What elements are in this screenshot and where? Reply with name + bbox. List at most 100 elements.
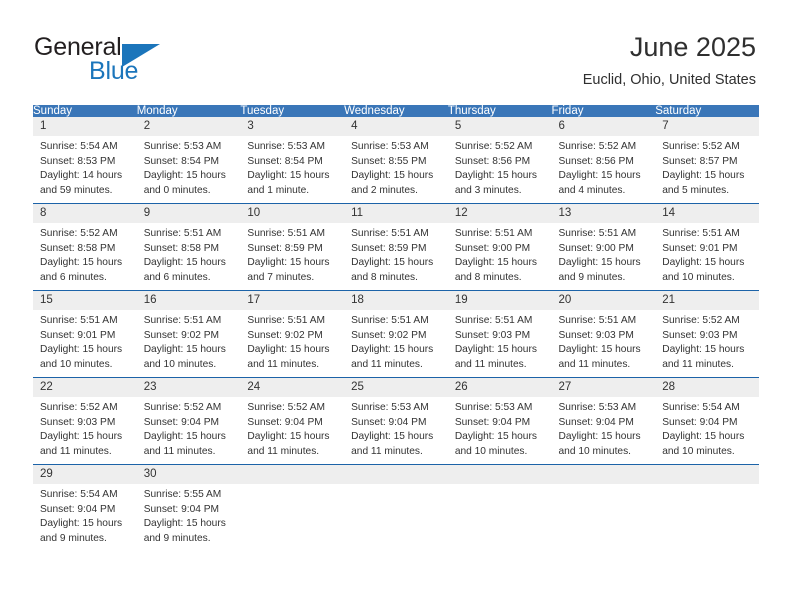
- day-cell[interactable]: 26 Sunrise: 5:53 AM Sunset: 9:04 PM Dayl…: [447, 377, 552, 465]
- day-details: Sunrise: 5:51 AM Sunset: 8:58 PM Dayligh…: [137, 223, 241, 290]
- day-number: [551, 465, 656, 484]
- day-number: 8: [33, 204, 137, 223]
- day-cell[interactable]: 28 Sunrise: 5:54 AM Sunset: 9:04 PM Dayl…: [655, 377, 759, 465]
- day-cell[interactable]: 23 Sunrise: 5:52 AM Sunset: 9:04 PM Dayl…: [136, 377, 241, 465]
- calendar-page: General Blue June 2025 Euclid, Ohio, Uni…: [0, 0, 792, 612]
- day-cell[interactable]: 11 Sunrise: 5:51 AM Sunset: 8:59 PM Dayl…: [344, 203, 448, 291]
- day-details: [448, 484, 552, 551]
- general-blue-logo[interactable]: General Blue: [34, 33, 234, 89]
- day-cell[interactable]: 7 Sunrise: 5:52 AM Sunset: 8:57 PM Dayli…: [655, 117, 759, 204]
- title-block: June 2025 Euclid, Ohio, United States: [583, 30, 756, 91]
- day-cell[interactable]: 18 Sunrise: 5:51 AM Sunset: 9:02 PM Dayl…: [344, 290, 448, 378]
- sunrise-text: Sunrise: 5:53 AM: [454, 402, 533, 413]
- day-details: Sunrise: 5:52 AM Sunset: 8:56 PM Dayligh…: [552, 136, 656, 203]
- daylight-text-line1: Daylight: 15 hours: [40, 431, 123, 443]
- day-cell[interactable]: 1 Sunrise: 5:54 AM Sunset: 8:53 PM Dayli…: [33, 117, 137, 204]
- day-cell-empty: [655, 464, 759, 551]
- day-cell[interactable]: 4 Sunrise: 5:53 AM Sunset: 8:55 PM Dayli…: [344, 117, 448, 204]
- day-details: Sunrise: 5:53 AM Sunset: 9:04 PM Dayligh…: [344, 397, 448, 464]
- day-cell[interactable]: 6 Sunrise: 5:52 AM Sunset: 8:56 PM Dayli…: [551, 117, 656, 204]
- day-cell[interactable]: 22 Sunrise: 5:52 AM Sunset: 9:03 PM Dayl…: [33, 377, 137, 465]
- daylight-text-line1: Daylight: 15 hours: [40, 257, 123, 269]
- page-header: General Blue June 2025 Euclid, Ohio, Uni…: [0, 0, 792, 100]
- day-cell[interactable]: 10 Sunrise: 5:51 AM Sunset: 8:59 PM Dayl…: [240, 203, 345, 291]
- page-title: June 2025: [629, 32, 756, 62]
- day-cell[interactable]: 12 Sunrise: 5:51 AM Sunset: 9:00 PM Dayl…: [447, 203, 552, 291]
- daylight-text-line2: and 10 minutes.: [662, 445, 735, 457]
- day-cell[interactable]: 17 Sunrise: 5:51 AM Sunset: 9:02 PM Dayl…: [240, 290, 345, 378]
- sunset-text: Sunset: 9:02 PM: [351, 329, 427, 341]
- logo-text-blue: Blue: [89, 57, 139, 85]
- week-row: 1 Sunrise: 5:54 AM Sunset: 8:53 PM Dayli…: [33, 117, 759, 204]
- day-cell[interactable]: 25 Sunrise: 5:53 AM Sunset: 9:04 PM Dayl…: [344, 377, 448, 465]
- day-cell[interactable]: 5 Sunrise: 5:52 AM Sunset: 8:56 PM Dayli…: [447, 117, 552, 204]
- sunset-text: Sunset: 9:00 PM: [454, 242, 531, 254]
- day-details: Sunrise: 5:51 AM Sunset: 9:01 PM Dayligh…: [655, 223, 759, 290]
- day-cell[interactable]: 13 Sunrise: 5:51 AM Sunset: 9:00 PM Dayl…: [551, 203, 656, 291]
- sunset-text: Sunset: 8:54 PM: [143, 155, 220, 167]
- day-cell[interactable]: 21 Sunrise: 5:52 AM Sunset: 9:03 PM Dayl…: [655, 290, 759, 378]
- sunrise-text: Sunrise: 5:52 AM: [40, 402, 118, 413]
- day-number: 29: [33, 465, 137, 484]
- daylight-text-line2: and 11 minutes.: [454, 358, 527, 370]
- sunset-text: Sunset: 8:59 PM: [247, 242, 323, 254]
- day-cell[interactable]: 27 Sunrise: 5:53 AM Sunset: 9:04 PM Dayl…: [551, 377, 656, 465]
- day-cell[interactable]: 24 Sunrise: 5:52 AM Sunset: 9:04 PM Dayl…: [240, 377, 345, 465]
- daylight-text-line1: Daylight: 15 hours: [143, 257, 226, 269]
- daylight-text-line2: and 9 minutes.: [143, 532, 211, 544]
- daylight-text-line2: and 7 minutes.: [247, 271, 315, 283]
- day-cell[interactable]: 8 Sunrise: 5:52 AM Sunset: 8:58 PM Dayli…: [33, 203, 137, 291]
- sunset-text: Sunset: 8:58 PM: [40, 242, 116, 254]
- week-row: 22 Sunrise: 5:52 AM Sunset: 9:03 PM Dayl…: [33, 377, 759, 465]
- day-cell[interactable]: 14 Sunrise: 5:51 AM Sunset: 9:01 PM Dayl…: [655, 203, 759, 291]
- day-number: 7: [655, 117, 759, 136]
- day-details: Sunrise: 5:54 AM Sunset: 8:53 PM Dayligh…: [33, 136, 137, 203]
- week-row: 8 Sunrise: 5:52 AM Sunset: 8:58 PM Dayli…: [33, 203, 759, 291]
- daylight-text-line1: Daylight: 15 hours: [351, 431, 434, 443]
- sunset-text: Sunset: 9:00 PM: [558, 242, 634, 254]
- sunrise-text: Sunrise: 5:51 AM: [662, 228, 740, 239]
- sunset-text: Sunset: 9:04 PM: [454, 416, 531, 428]
- weekday-header-friday: Friday: [551, 105, 656, 117]
- day-details: Sunrise: 5:51 AM Sunset: 9:00 PM Dayligh…: [552, 223, 656, 290]
- day-cell[interactable]: 19 Sunrise: 5:51 AM Sunset: 9:03 PM Dayl…: [447, 290, 552, 378]
- sunrise-text: Sunrise: 5:53 AM: [247, 141, 325, 152]
- daylight-text-line1: Daylight: 15 hours: [143, 344, 226, 356]
- day-number: 21: [655, 291, 759, 310]
- daylight-text-line2: and 0 minutes.: [143, 184, 211, 196]
- daylight-text-line2: and 59 minutes.: [40, 184, 113, 196]
- day-cell[interactable]: 30 Sunrise: 5:55 AM Sunset: 9:04 PM Dayl…: [136, 464, 241, 551]
- day-cell-empty: [344, 464, 448, 551]
- day-cell[interactable]: 3 Sunrise: 5:53 AM Sunset: 8:54 PM Dayli…: [240, 117, 345, 204]
- day-details: Sunrise: 5:51 AM Sunset: 9:02 PM Dayligh…: [344, 310, 448, 377]
- day-cell[interactable]: 2 Sunrise: 5:53 AM Sunset: 8:54 PM Dayli…: [136, 117, 241, 204]
- daylight-text-line2: and 11 minutes.: [247, 358, 320, 370]
- day-cell[interactable]: 16 Sunrise: 5:51 AM Sunset: 9:02 PM Dayl…: [136, 290, 241, 378]
- day-cell[interactable]: 9 Sunrise: 5:51 AM Sunset: 8:58 PM Dayli…: [136, 203, 241, 291]
- day-cell[interactable]: 29 Sunrise: 5:54 AM Sunset: 9:04 PM Dayl…: [33, 464, 137, 551]
- daylight-text-line2: and 5 minutes.: [662, 184, 730, 196]
- sunset-text: Sunset: 9:02 PM: [143, 329, 220, 341]
- daylight-text-line1: Daylight: 15 hours: [40, 518, 123, 530]
- sunset-text: Sunset: 8:55 PM: [351, 155, 427, 167]
- sunset-text: Sunset: 8:53 PM: [40, 155, 116, 167]
- sunrise-text: Sunrise: 5:54 AM: [662, 402, 740, 413]
- sunrise-text: Sunrise: 5:53 AM: [558, 402, 637, 413]
- sunset-text: Sunset: 9:01 PM: [40, 329, 116, 341]
- day-cell[interactable]: 15 Sunrise: 5:51 AM Sunset: 9:01 PM Dayl…: [33, 290, 137, 378]
- day-details: Sunrise: 5:52 AM Sunset: 9:04 PM Dayligh…: [137, 397, 241, 464]
- sunrise-text: Sunrise: 5:53 AM: [351, 141, 429, 152]
- day-details: Sunrise: 5:52 AM Sunset: 9:03 PM Dayligh…: [655, 310, 759, 377]
- day-details: Sunrise: 5:53 AM Sunset: 9:04 PM Dayligh…: [552, 397, 656, 464]
- daylight-text-line1: Daylight: 15 hours: [143, 431, 226, 443]
- day-details: [240, 484, 344, 551]
- day-details: Sunrise: 5:51 AM Sunset: 9:02 PM Dayligh…: [137, 310, 241, 377]
- weekday-header-tuesday: Tuesday: [240, 105, 345, 117]
- day-number: 12: [447, 204, 552, 223]
- sunset-text: Sunset: 8:59 PM: [351, 242, 427, 254]
- day-number: [655, 465, 759, 484]
- daylight-text-line1: Daylight: 15 hours: [351, 344, 434, 356]
- day-cell[interactable]: 20 Sunrise: 5:51 AM Sunset: 9:03 PM Dayl…: [551, 290, 656, 378]
- day-number: 25: [344, 378, 448, 397]
- daylight-text-line1: Daylight: 15 hours: [351, 170, 434, 182]
